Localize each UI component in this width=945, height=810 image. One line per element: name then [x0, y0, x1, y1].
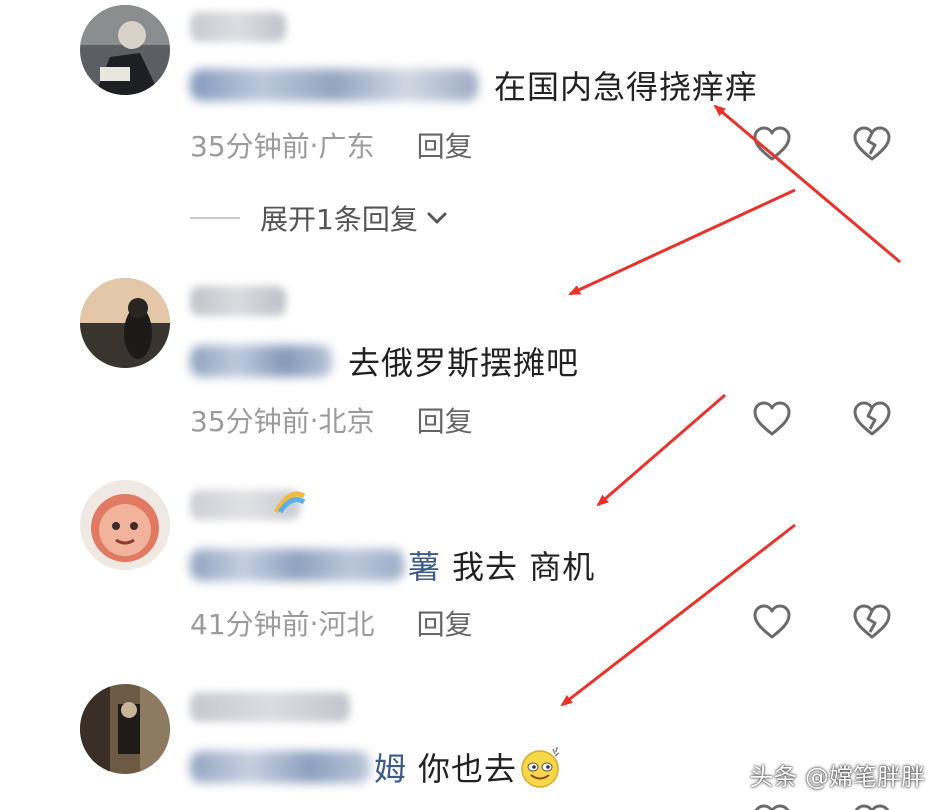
avatar[interactable]	[80, 480, 170, 570]
reply-button[interactable]: 回复	[417, 400, 473, 440]
divider-line	[190, 217, 240, 219]
broken-heart-icon[interactable]	[850, 122, 894, 166]
comment-time: 41分钟前	[190, 608, 310, 641]
comment-time: 35分钟前	[190, 130, 310, 163]
chevron-down-icon	[427, 212, 447, 224]
meta-separator: ·	[309, 606, 319, 640]
meta-separator: ·	[309, 403, 319, 437]
comment-location: 广东	[318, 130, 375, 163]
comment-text: 去俄罗斯摆摊吧	[348, 344, 580, 382]
expand-replies-button[interactable]: 展开1条回复	[190, 196, 450, 240]
mention-tail[interactable]: 薯	[408, 542, 440, 588]
broken-heart-icon[interactable]	[850, 600, 894, 644]
avatar[interactable]	[80, 684, 170, 774]
comment-text: 我去 商机	[452, 548, 596, 586]
comment-body: 在国内急得挠痒痒	[190, 60, 758, 110]
mention-blurred[interactable]	[190, 345, 332, 377]
comment-location: 北京	[318, 405, 375, 438]
heart-outline-icon[interactable]	[750, 800, 794, 810]
reply-button[interactable]: 回复	[417, 603, 473, 643]
rainbow-badge-icon	[273, 491, 306, 514]
broken-heart-icon[interactable]	[850, 397, 894, 441]
avatar[interactable]	[80, 5, 170, 95]
mention-blurred[interactable]	[190, 751, 370, 783]
watermark: 头条 @嫦笔胖胖	[749, 763, 925, 791]
username-blurred[interactable]	[190, 286, 286, 316]
meta-separator: ·	[309, 128, 319, 162]
comment-text: 在国内急得挠痒痒	[494, 68, 759, 106]
comment-meta: 35分钟前 · 北京 回复	[190, 400, 473, 440]
comment-time: 35分钟前	[190, 405, 310, 438]
mention-blurred[interactable]	[190, 69, 478, 101]
comment-body: 薯 我去 商机	[190, 540, 595, 590]
mention-blurred[interactable]	[190, 549, 404, 581]
annotation-arrow	[596, 393, 726, 507]
username-blurred[interactable]	[190, 12, 286, 42]
broken-heart-icon[interactable]	[850, 800, 894, 810]
username-blurred[interactable]	[190, 692, 350, 722]
comment-meta: 35分钟前 · 广东 回复	[190, 125, 473, 165]
comment-text: 你也去	[418, 750, 518, 788]
reply-button[interactable]: 回复	[417, 125, 473, 165]
mention-tail[interactable]: 姆	[374, 744, 406, 790]
comment-body: 姆 你也去	[190, 742, 563, 792]
annotation-arrow	[568, 188, 796, 296]
smiling-face-emoji	[521, 746, 560, 788]
heart-outline-icon[interactable]	[750, 600, 794, 644]
comment-body: 去俄罗斯摆摊吧	[190, 336, 579, 386]
comment-location: 河北	[318, 608, 375, 641]
heart-outline-icon[interactable]	[750, 397, 794, 441]
comment-meta: 41分钟前 · 河北 回复	[190, 603, 473, 643]
comment-list-screen: 在国内急得挠痒痒 35分钟前 · 广东 回复 展开1条回复 去俄罗斯摆摊吧 35…	[0, 0, 945, 810]
heart-outline-icon[interactable]	[750, 122, 794, 166]
expand-replies-label: 展开1条回复	[260, 203, 418, 236]
avatar[interactable]	[80, 278, 170, 368]
